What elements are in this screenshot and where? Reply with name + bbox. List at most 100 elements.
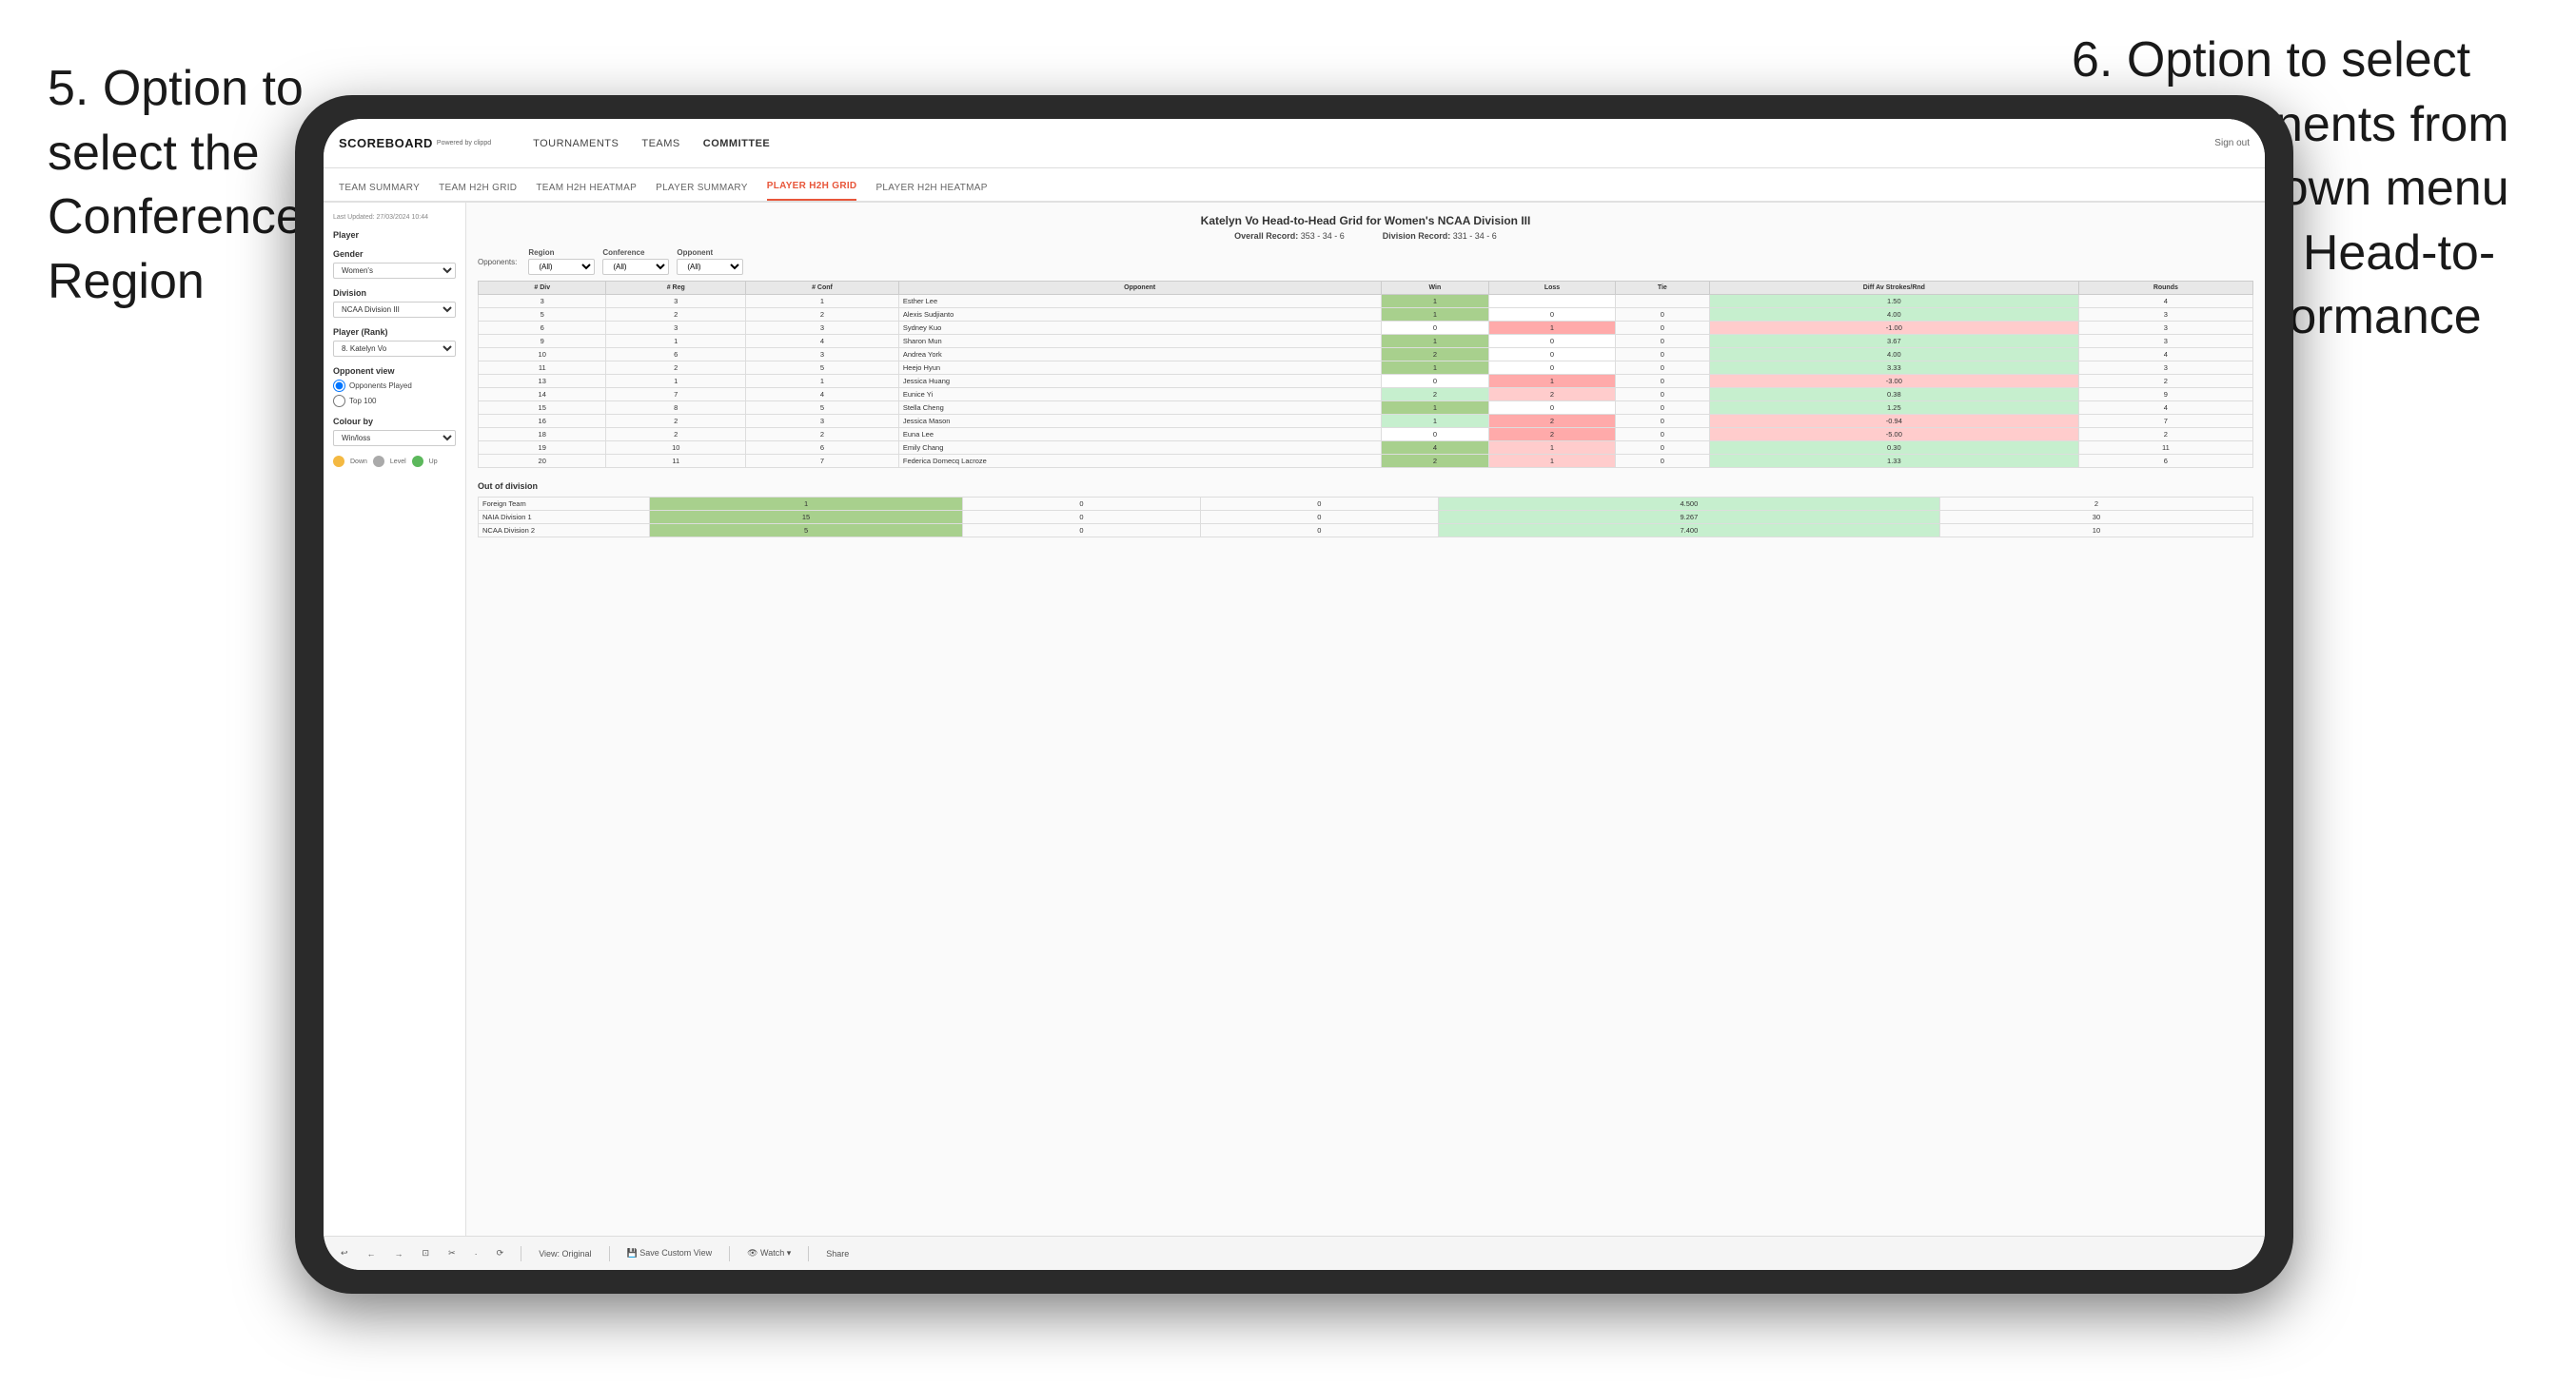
sidebar-gender-section: Gender Women's: [333, 249, 456, 279]
sidebar-colour-by-section: Colour by Win/loss: [333, 417, 456, 446]
ood-cell-tie: 0: [1200, 511, 1438, 524]
sidebar-opponent-view-label: Opponent view: [333, 366, 456, 376]
col-header-div: # Div: [479, 282, 606, 295]
cell-diff: -1.00: [1709, 322, 2078, 335]
ood-cell-win: 15: [650, 511, 963, 524]
col-header-diff: Diff Av Strokes/Rnd: [1709, 282, 2078, 295]
sidebar-opponent-view-section: Opponent view Opponents Played Top 100: [333, 366, 456, 407]
region-filter-label: Region: [528, 248, 595, 257]
table-row: 13 1 1 Jessica Huang 0 1 0 -3.00 2: [479, 375, 2253, 388]
sidebar-division-label: Division: [333, 288, 456, 298]
sub-nav-player-h2h-heatmap[interactable]: PLAYER H2H HEATMAP: [875, 183, 987, 201]
cell-tie: 0: [1615, 388, 1709, 401]
conference-filter-group: Conference (All): [602, 248, 669, 275]
opponent-filter-select[interactable]: (All): [677, 259, 743, 275]
cell-rounds: 4: [2078, 348, 2252, 361]
table-row: 18 2 2 Euna Lee 0 2 0 -5.00 2: [479, 428, 2253, 441]
ood-cell-win: 5: [650, 524, 963, 537]
nav-item-committee[interactable]: COMMITTEE: [703, 138, 771, 149]
table-row: 9 1 4 Sharon Mun 1 0 0 3.67 3: [479, 335, 2253, 348]
table-row: 11 2 5 Heejo Hyun 1 0 0 3.33 3: [479, 361, 2253, 375]
radio-top-100[interactable]: Top 100: [333, 395, 456, 407]
cell-diff: 3.67: [1709, 335, 2078, 348]
col-header-opponent: Opponent: [898, 282, 1381, 295]
cell-tie: 0: [1615, 401, 1709, 415]
cell-conf: 2: [746, 428, 899, 441]
sign-out-button[interactable]: Sign out: [2214, 138, 2250, 148]
opponent-view-radio-group: Opponents Played Top 100: [333, 380, 456, 407]
cell-div: 13: [479, 375, 606, 388]
cell-div: 6: [479, 322, 606, 335]
cell-win: 1: [1381, 401, 1489, 415]
toolbar-undo[interactable]: ↩: [335, 1246, 354, 1260]
cell-div: 14: [479, 388, 606, 401]
logo-text: SCOREBOARD: [339, 136, 433, 150]
toolbar-forward[interactable]: →: [389, 1247, 409, 1260]
ood-cell-rounds: 2: [1939, 498, 2252, 511]
cell-diff: -5.00: [1709, 428, 2078, 441]
toolbar-sep4: [808, 1246, 809, 1261]
color-legend: Down Level Up: [333, 456, 456, 467]
table-row: 14 7 4 Eunice Yi 2 2 0 0.38 9: [479, 388, 2253, 401]
ood-table-body: Foreign Team 1 0 0 4.500 2 NAIA Division…: [479, 498, 2253, 537]
toolbar-watch[interactable]: 👁 Watch ▾: [741, 1246, 796, 1260]
sidebar-player-label: Player: [333, 230, 456, 240]
sub-nav-team-summary[interactable]: TEAM SUMMARY: [339, 183, 420, 201]
player-rank-select[interactable]: 8. Katelyn Vo: [333, 341, 456, 357]
radio-opponents-played[interactable]: Opponents Played: [333, 380, 456, 392]
cell-rounds: 4: [2078, 295, 2252, 308]
toolbar-dot[interactable]: ·: [469, 1247, 483, 1260]
cell-reg: 2: [606, 308, 746, 322]
table-row: 3 3 1 Esther Lee 1 1.50 4: [479, 295, 2253, 308]
sub-nav-team-h2h-heatmap[interactable]: TEAM H2H HEATMAP: [536, 183, 637, 201]
ood-cell-diff: 9.267: [1438, 511, 1939, 524]
nav-item-tournaments[interactable]: TOURNAMENTS: [533, 138, 619, 149]
cell-loss: 2: [1489, 388, 1615, 401]
toolbar-refresh[interactable]: ⟳: [491, 1246, 510, 1260]
cell-tie: 0: [1615, 415, 1709, 428]
cell-reg: 7: [606, 388, 746, 401]
cell-opponent: Jessica Mason: [898, 415, 1381, 428]
cell-diff: 4.00: [1709, 308, 2078, 322]
table-row: 16 2 3 Jessica Mason 1 2 0 -0.94 7: [479, 415, 2253, 428]
cell-loss: 0: [1489, 361, 1615, 375]
cell-loss: 0: [1489, 348, 1615, 361]
ood-cell-opponent: Foreign Team: [479, 498, 650, 511]
cell-conf: 3: [746, 322, 899, 335]
toolbar-save-custom[interactable]: 💾 Save Custom View: [621, 1246, 718, 1260]
cell-rounds: 3: [2078, 322, 2252, 335]
sub-nav-player-h2h-grid[interactable]: PLAYER H2H GRID: [767, 181, 857, 201]
toolbar-view-original[interactable]: View: Original: [533, 1247, 597, 1260]
colour-by-select[interactable]: Win/loss: [333, 430, 456, 446]
col-header-rounds: Rounds: [2078, 282, 2252, 295]
color-label-level: Level: [390, 459, 406, 465]
gender-select[interactable]: Women's: [333, 263, 456, 279]
toolbar-grid[interactable]: ⊡: [417, 1246, 436, 1260]
sub-nav-team-h2h-grid[interactable]: TEAM H2H GRID: [439, 183, 517, 201]
toolbar-cut[interactable]: ✂: [442, 1246, 462, 1260]
ood-cell-tie: 0: [1200, 524, 1438, 537]
cell-reg: 1: [606, 335, 746, 348]
nav-items: TOURNAMENTS TEAMS COMMITTEE: [533, 138, 770, 149]
cell-conf: 7: [746, 455, 899, 468]
cell-div: 18: [479, 428, 606, 441]
cell-rounds: 3: [2078, 361, 2252, 375]
division-select[interactable]: NCAA Division III: [333, 302, 456, 318]
cell-reg: 2: [606, 361, 746, 375]
overall-record: Overall Record: 353 - 34 - 6: [1234, 231, 1345, 241]
sidebar-player-rank-label: Player (Rank): [333, 327, 456, 337]
color-dot-down: [333, 456, 344, 467]
cell-tie: 0: [1615, 361, 1709, 375]
conference-filter-select[interactable]: (All): [602, 259, 669, 275]
cell-opponent: Sharon Mun: [898, 335, 1381, 348]
cell-diff: 3.33: [1709, 361, 2078, 375]
toolbar-share[interactable]: Share: [820, 1247, 855, 1260]
toolbar-back[interactable]: ←: [362, 1247, 382, 1260]
nav-item-teams[interactable]: TEAMS: [641, 138, 679, 149]
sub-nav-player-summary[interactable]: PLAYER SUMMARY: [656, 183, 748, 201]
region-filter-select[interactable]: (All): [528, 259, 595, 275]
app-content: SCOREBOARD Powered by clippd TOURNAMENTS…: [324, 119, 2265, 1270]
sidebar: Last Updated: 27/03/2024 10:44 Player Ge…: [324, 203, 466, 1236]
cell-tie: 0: [1615, 441, 1709, 455]
cell-opponent: Jessica Huang: [898, 375, 1381, 388]
